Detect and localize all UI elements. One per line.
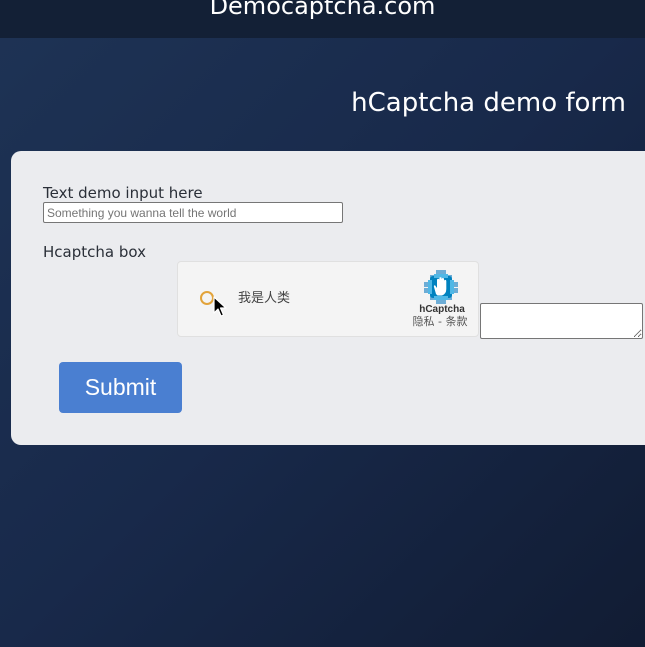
- text-demo-input[interactable]: [43, 202, 343, 223]
- top-bar: Democaptcha.com: [0, 0, 645, 38]
- page-title: hCaptcha demo form: [351, 88, 626, 118]
- hcaptcha-links: 隐私 - 条款: [404, 315, 476, 329]
- text-input-label: Text demo input here: [43, 184, 203, 202]
- captcha-checkbox[interactable]: [200, 291, 214, 305]
- terms-link[interactable]: 条款: [445, 315, 467, 328]
- mouse-cursor-icon: [213, 296, 227, 317]
- captcha-checkbox-label: 我是人类: [238, 291, 291, 306]
- links-separator: -: [434, 315, 446, 328]
- hcaptcha-widget: 我是人类 hCaptcha 隐私 - 条款: [177, 261, 479, 337]
- captcha-response-textarea[interactable]: [480, 303, 643, 339]
- captcha-label: Hcaptcha box: [43, 243, 146, 261]
- hcaptcha-logo-icon: [424, 270, 458, 304]
- submit-button[interactable]: Submit: [59, 362, 182, 413]
- site-title: Democaptcha.com: [209, 0, 436, 20]
- privacy-link[interactable]: 隐私: [413, 315, 435, 328]
